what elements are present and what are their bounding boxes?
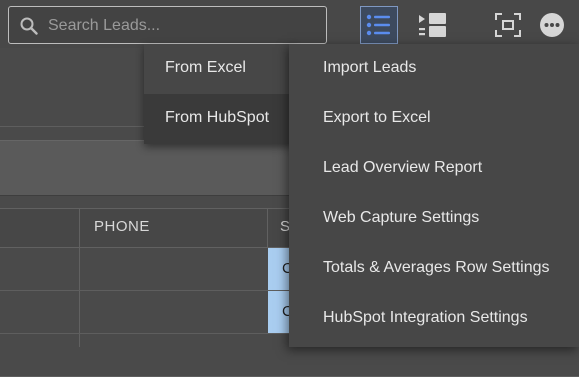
more-options-menu: Import Leads Export to Excel Lead Overvi… — [289, 44, 579, 347]
expand-button[interactable] — [489, 6, 527, 44]
list-view-icon — [366, 14, 390, 36]
menu-item-lead-overview-report[interactable]: Lead Overview Report — [289, 144, 579, 194]
column-header-phone[interactable]: PHONE — [94, 218, 150, 235]
menu-item-hubspot-integration-settings[interactable]: HubSpot Integration Settings — [289, 294, 579, 344]
menu-item-web-capture-settings[interactable]: Web Capture Settings — [289, 194, 579, 244]
menu-item-export-to-excel[interactable]: Export to Excel — [289, 94, 579, 144]
search-input[interactable] — [46, 13, 320, 39]
list-view-button[interactable] — [360, 6, 398, 44]
menu-item-from-hubspot[interactable]: From HubSpot — [144, 94, 294, 144]
menu-item-from-excel[interactable]: From Excel — [144, 44, 294, 94]
search-box[interactable] — [8, 6, 327, 44]
more-options-button[interactable] — [533, 6, 571, 44]
search-icon — [20, 17, 38, 35]
split-view-button[interactable] — [413, 6, 451, 44]
expand-icon — [495, 13, 521, 37]
menu-item-totals-averages-settings[interactable]: Totals & Averages Row Settings — [289, 244, 579, 294]
split-view-icon — [419, 13, 446, 37]
import-submenu: From Excel From HubSpot — [144, 44, 294, 144]
more-options-icon — [540, 13, 564, 37]
menu-item-import-leads[interactable]: Import Leads — [289, 44, 579, 94]
column-divider — [267, 208, 268, 248]
